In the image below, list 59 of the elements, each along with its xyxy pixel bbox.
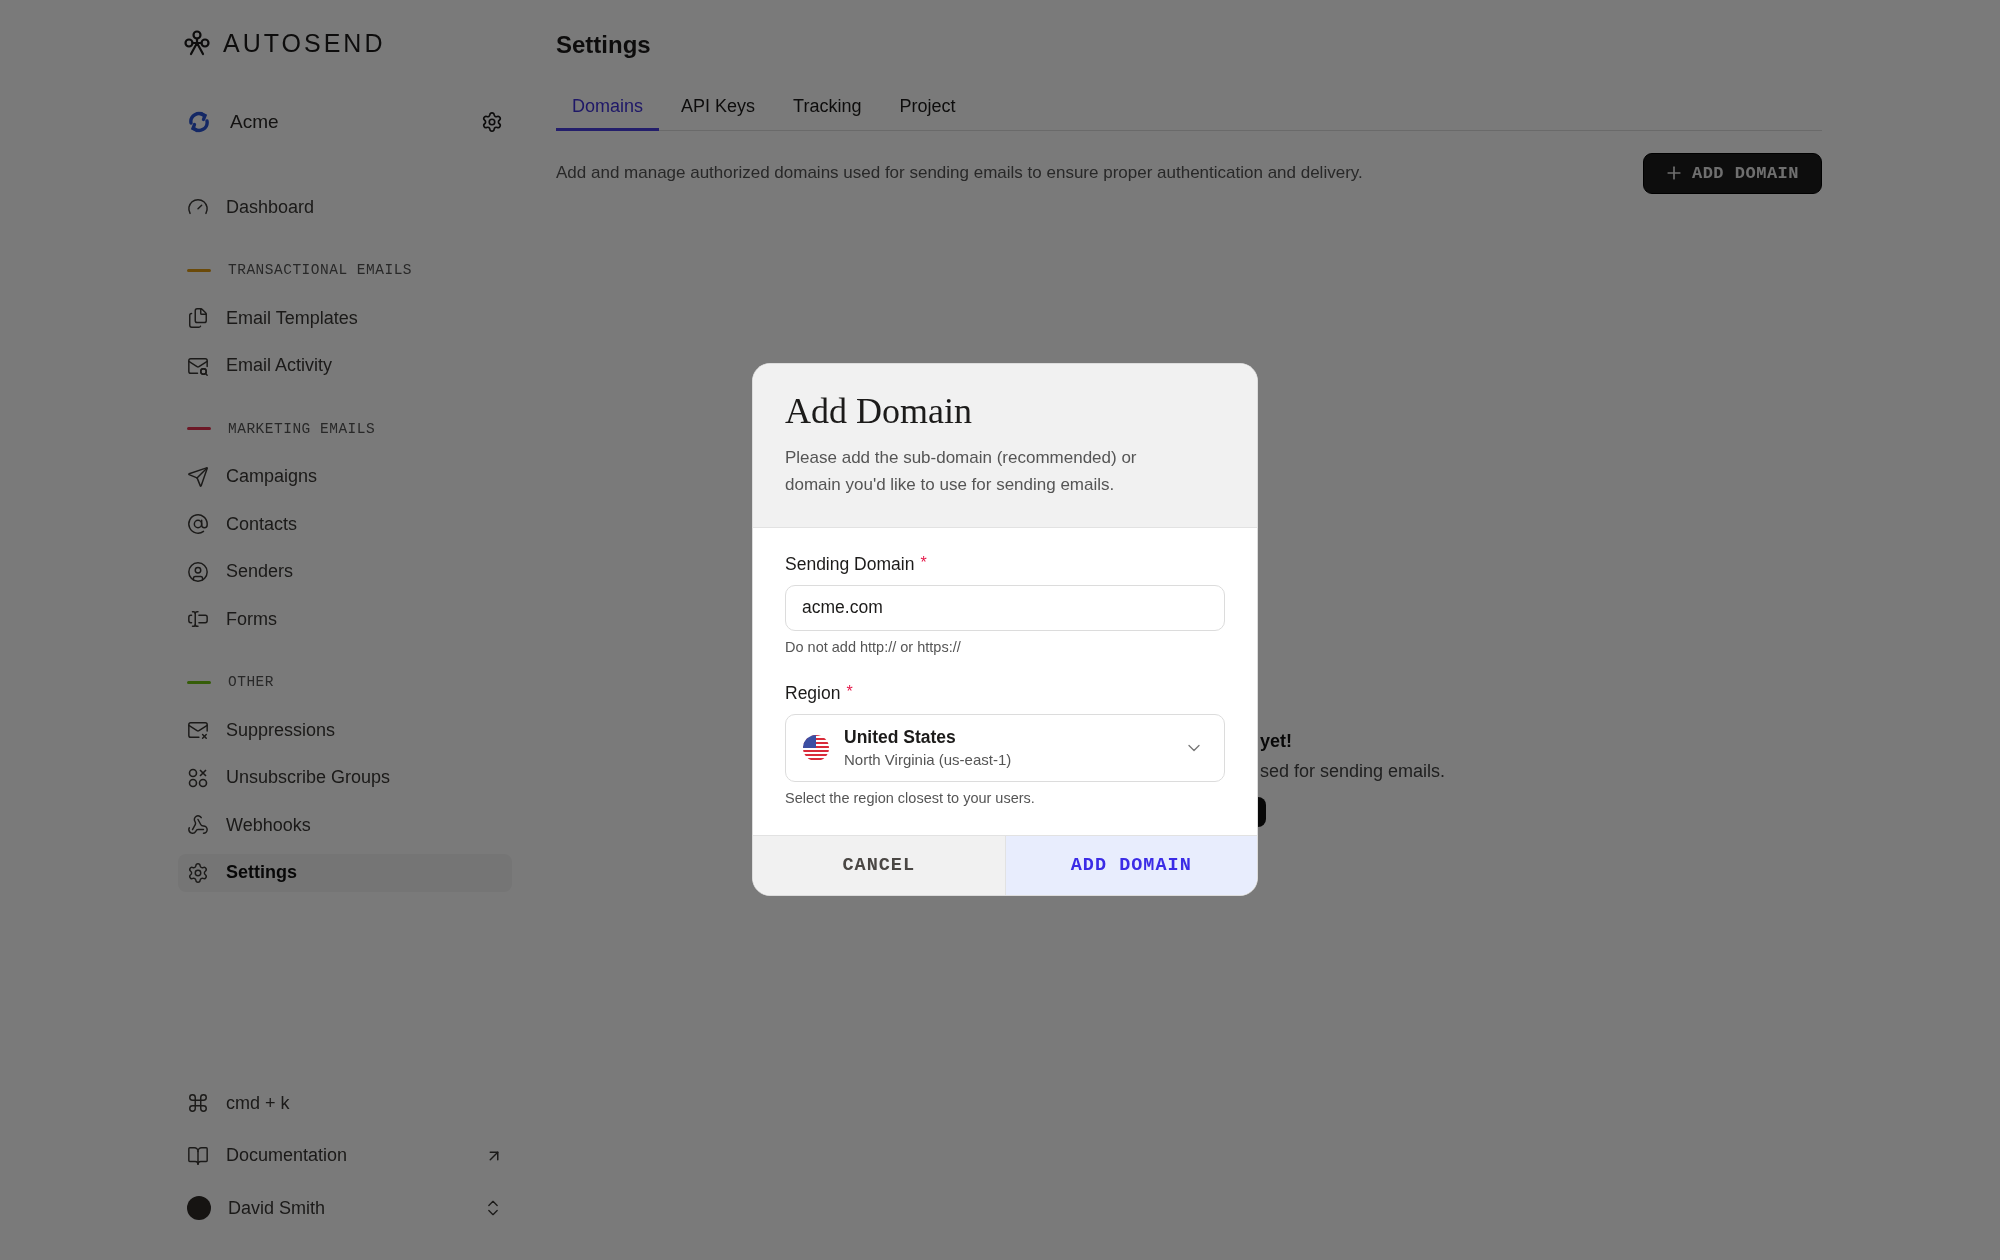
dialog-description: Please add the sub-domain (recommended) or domain you'd like to use for sending emails.: [785, 446, 1138, 496]
user-circle-icon: [187, 560, 209, 583]
required-mark: *: [846, 682, 853, 702]
files-icon: [187, 307, 209, 329]
user-avatar: [187, 1196, 211, 1220]
select-detail: North Virginia (us-east-1): [844, 751, 1013, 768]
mail-x-icon: [187, 719, 209, 741]
sidebar-item[interactable]: Dashboard: [178, 188, 512, 226]
tab[interactable]: Tracking: [777, 87, 878, 131]
logo-icon: [183, 29, 211, 57]
required-mark: *: [920, 553, 927, 573]
sidebar-item[interactable]: Settings: [178, 853, 512, 892]
sidebar-item[interactable]: Campaigns: [178, 457, 512, 496]
workspace-logo-icon: [187, 110, 211, 134]
settings-icon: [187, 861, 209, 884]
field-hint: Do not add http:// or https://: [785, 638, 962, 655]
workspace-name[interactable]: Acme: [230, 111, 481, 133]
sidebar-item[interactable]: Forms: [178, 600, 512, 638]
webhook-icon: [187, 814, 209, 836]
send-icon: [187, 465, 209, 488]
book-icon: [187, 1144, 209, 1167]
tab[interactable]: API Keys: [665, 87, 772, 131]
section-heading: OTHER: [228, 674, 274, 690]
tab[interactable]: Project: [883, 87, 972, 131]
sidebar-item[interactable]: Senders: [178, 552, 512, 591]
sidebar-item[interactable]: Suppressions: [178, 711, 512, 749]
empty-state-button[interactable]: [1258, 796, 1266, 827]
field-hint: Select the region closest to your users.: [785, 789, 1036, 806]
page-title: Settings: [556, 30, 652, 60]
brand-name: AUTOSEND: [223, 28, 386, 58]
region-select[interactable]: United States North Virginia (us-east-1): [785, 713, 1225, 782]
sidebar-item[interactable]: Unsubscribe Groups: [178, 758, 512, 797]
settings-icon[interactable]: [481, 111, 503, 133]
add-domain-button[interactable]: ADD DOMAIN: [1642, 152, 1822, 194]
sidebar-footer-item[interactable]: David Smith: [178, 1189, 512, 1227]
empty-state-text: sed for sending emails.: [1260, 760, 1447, 782]
empty-state-title: yet!: [1260, 730, 1293, 752]
sidebar-item[interactable]: Contacts: [178, 505, 512, 543]
field-label: Region: [785, 682, 841, 704]
at-sign-icon: [187, 513, 209, 535]
sidebar-item[interactable]: Webhooks: [178, 806, 512, 844]
section-heading: TRANSACTIONAL EMAILS: [228, 262, 413, 278]
submit-button[interactable]: ADD DOMAIN: [1004, 835, 1257, 895]
shapes-grid-icon: [187, 766, 209, 789]
page-description: Add and manage authorized domains used for sending emails to ensure proper authentication and delivery.: [556, 163, 1363, 183]
sidebar-item[interactable]: Email Templates: [178, 299, 512, 337]
field-label: Sending Domain: [785, 553, 915, 575]
sidebar-item[interactable]: Email Activity: [178, 346, 512, 385]
input-field[interactable]: acme.com: [785, 584, 1225, 631]
tab[interactable]: Domains: [556, 87, 660, 131]
section-heading: MARKETING EMAILS: [228, 420, 376, 437]
text-input-icon: [187, 608, 209, 630]
cancel-button[interactable]: CANCEL: [753, 835, 1005, 895]
command-key-icon: [187, 1092, 209, 1114]
sidebar-footer-item[interactable]: Documentation: [178, 1136, 512, 1175]
flag-icon: [802, 733, 830, 762]
select-value: United States: [844, 727, 957, 748]
dialog-title: Add Domain: [785, 389, 973, 432]
sidebar-footer-item[interactable]: cmd + k: [178, 1084, 512, 1122]
